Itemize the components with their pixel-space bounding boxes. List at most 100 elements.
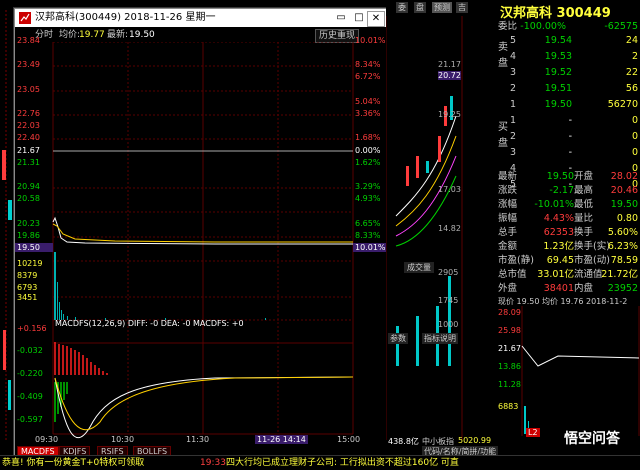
latest-label: 最新: xyxy=(107,30,129,40)
time-tick: 10:30 xyxy=(111,435,135,444)
price-tick: 19.86 xyxy=(17,231,40,240)
quantity: 24 xyxy=(625,35,638,46)
stat-value: 62353 xyxy=(543,227,574,238)
background-candles xyxy=(2,10,12,440)
intraday-chart-dialog[interactable]: 汉邦高科(300449) 2018-11-26 星期一 ▭ □ ✕ 分时 均价:… xyxy=(14,8,388,458)
macd-bars xyxy=(54,342,108,422)
order-book: 汉邦高科 300449 委比 -100.00% -62575 卖盘 5 19.54… xyxy=(464,0,640,447)
sell-row[interactable]: 1 19.50 56270 xyxy=(464,98,640,112)
price-label: 19.25 xyxy=(438,110,461,119)
buy-row[interactable]: 2-0 xyxy=(464,130,640,144)
volume-box[interactable]: 成交量 xyxy=(404,262,434,273)
history-replay-button[interactable]: 历史重现 xyxy=(314,29,359,43)
mini-tick: 13.86 xyxy=(498,362,521,371)
macd-label: MACDFS(12,26,9) DIFF: -0 DEA: -0 MACDFS:… xyxy=(55,319,244,328)
dialog-titlebar[interactable]: 汉邦高科(300449) 2018-11-26 星期一 ▭ □ ✕ xyxy=(15,9,387,27)
price: - xyxy=(568,147,572,158)
quantity: 0 xyxy=(631,147,638,158)
stat-row: 涨跌 -2.17 最高 20.46 xyxy=(464,184,640,198)
macd-diff-line xyxy=(54,376,354,439)
quantity: 56270 xyxy=(607,99,638,110)
pct-tick: 5.04% xyxy=(355,97,381,106)
buy-row[interactable]: 1-0 xyxy=(464,114,640,128)
stat-value: 0.80 xyxy=(616,213,638,224)
stat-label: 涨跌 xyxy=(498,185,518,196)
stat-row: 市盈(静) 69.45 市盈(动) 78.59 xyxy=(464,254,640,268)
sell-row[interactable]: 3 19.52 22 xyxy=(464,66,640,80)
news-ticker[interactable]: 恭喜! 你有一份黄金T+0特权可领取 19:33 四大行均已成立理财子公司: 工… xyxy=(0,455,640,470)
chart-header: 分时 均价: 19.77 最新: 19.50 历史重现 xyxy=(15,28,387,43)
stat-value: 20.46 xyxy=(610,185,638,196)
price: 19.53 xyxy=(544,51,572,62)
stat-value: 4.43% xyxy=(543,213,574,224)
time-tick: 11:30 xyxy=(186,435,210,444)
app-icon xyxy=(19,12,31,24)
price-label: 17.03 xyxy=(438,185,461,194)
price: - xyxy=(568,115,572,126)
intraday-chart[interactable] xyxy=(15,42,387,448)
volume-bars xyxy=(54,252,266,320)
mini-tick: 21.67 xyxy=(498,344,521,353)
top-tab-row: 委 盘 预测 吉 xyxy=(390,2,468,14)
minimize-button[interactable]: ▭ xyxy=(333,11,349,25)
volume-tick: 8379 xyxy=(17,271,38,280)
tab-forecast[interactable]: 预测 xyxy=(432,2,452,13)
watermark: 悟空问答 xyxy=(564,431,620,447)
time-tick: 15:00 xyxy=(337,435,361,444)
close-icon: ✕ xyxy=(371,13,381,24)
pct-tick: 0.00% xyxy=(355,146,381,155)
price-tick: 20.58 xyxy=(17,194,40,203)
stat-label: 量比 xyxy=(574,213,594,224)
ticker-text[interactable]: 四大行均已成立理财子公司: 工行拟出资不超过160亿 可直 xyxy=(226,456,459,470)
latest-value: 19.50 xyxy=(129,30,155,40)
mini-tick: 28.09 xyxy=(498,308,521,317)
price-tick: 23.84 xyxy=(17,36,40,45)
stat-label: 开盘 xyxy=(574,171,594,182)
stat-label: 最低 xyxy=(574,199,594,210)
time-tick: 09:30 xyxy=(35,435,59,444)
price-tick: 22.03 xyxy=(17,121,40,130)
mini-tick: 25.98 xyxy=(498,326,521,335)
vol-value: 1745 xyxy=(438,296,459,305)
stat-label: 换手 xyxy=(574,227,594,238)
price-tick: 23.49 xyxy=(17,60,40,69)
maximize-button[interactable]: □ xyxy=(351,11,367,25)
indicator-help-button[interactable]: 指标说明 xyxy=(422,333,458,344)
avg-label: 均价: xyxy=(59,30,81,40)
macd-tick: -0.409 xyxy=(17,392,43,401)
pct-tick: 1.62% xyxy=(355,158,381,167)
mini-tick: 11.28 xyxy=(498,380,521,389)
macd-tick: +0.156 xyxy=(17,324,47,333)
quantity: 0 xyxy=(631,131,638,142)
volume-tick: 3451 xyxy=(17,293,38,302)
sell-row[interactable]: 5 19.54 24 xyxy=(464,34,640,48)
price-tick: 20.94 xyxy=(17,182,40,191)
quantity: 0 xyxy=(631,115,638,126)
stock-title: 汉邦高科 300449 xyxy=(500,6,611,21)
sell-row[interactable]: 2 19.51 56 xyxy=(464,82,640,96)
macd-tick: -0.220 xyxy=(17,369,43,378)
stat-row: 总市值 33.01亿 流通值 21.72亿 xyxy=(464,268,640,282)
pct-tick: 10.01% xyxy=(355,243,386,252)
price-label: 20.72 xyxy=(438,71,461,80)
stat-label: 最新 xyxy=(498,171,518,182)
quantity: 22 xyxy=(625,67,638,78)
params-button[interactable]: 参数 xyxy=(388,333,408,344)
stat-label: 总手 xyxy=(498,227,518,238)
tab-pan[interactable]: 盘 xyxy=(414,2,426,13)
l2-badge[interactable]: L2 xyxy=(526,428,540,437)
stat-value: 78.59 xyxy=(610,255,638,266)
mini-volume: 6883 xyxy=(498,402,519,411)
ticker-promo[interactable]: 恭喜! 你有一份黄金T+0特权可领取 xyxy=(2,456,144,470)
price-tick: 22.76 xyxy=(17,109,40,118)
stat-label: 金额 xyxy=(498,241,518,252)
cursor-time: 11-26 14:14 xyxy=(255,435,308,444)
close-button[interactable]: ✕ xyxy=(367,11,385,27)
buy-row[interactable]: 3-0 xyxy=(464,146,640,160)
price: 19.52 xyxy=(544,67,572,78)
stat-value: 19.50 xyxy=(610,199,638,210)
background-chart-strip xyxy=(0,0,14,442)
sell-row[interactable]: 4 19.53 2 xyxy=(464,50,640,64)
tab-wei[interactable]: 委 xyxy=(396,2,408,13)
pct-tick: 3.36% xyxy=(355,109,381,118)
